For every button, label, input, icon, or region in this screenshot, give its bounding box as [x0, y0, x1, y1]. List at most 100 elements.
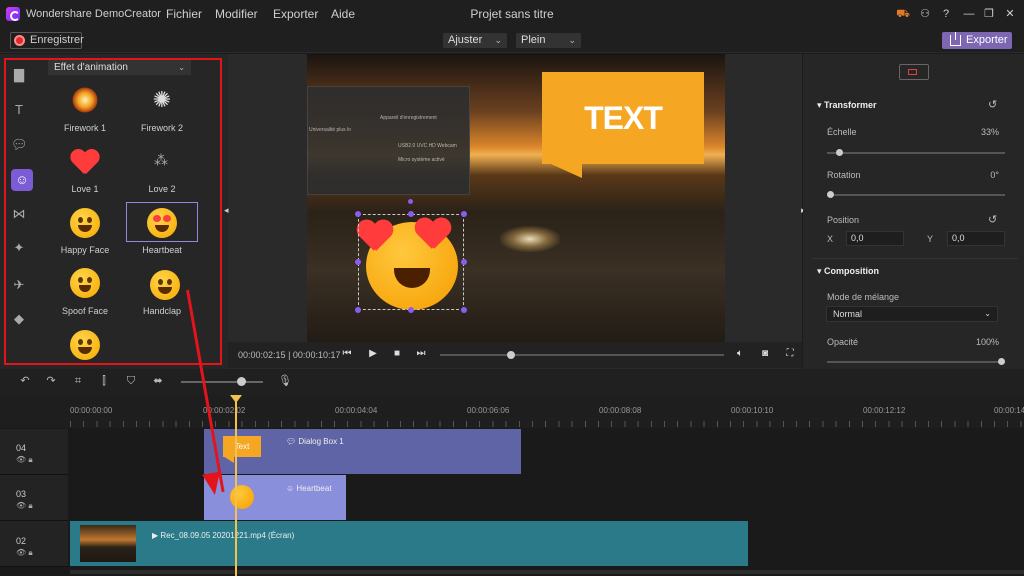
crop-icon[interactable]: ⌗: [72, 375, 84, 387]
ruler-tick: 00:00:12:12: [863, 406, 906, 415]
next-frame-icon[interactable]: ⏭: [415, 348, 427, 360]
scrub-bar[interactable]: [440, 354, 724, 356]
opacity-knob[interactable]: [998, 358, 1005, 365]
rotation-value: 0°: [990, 170, 999, 180]
clip-dialog-text: Dialog Box 1: [298, 437, 344, 446]
clip-heartbeat[interactable]: [204, 475, 346, 520]
chevron-down-icon: ⌄: [494, 35, 502, 45]
water-reflection: [500, 226, 560, 252]
transform-title: Transformer: [824, 100, 877, 110]
scale-slider[interactable]: [827, 152, 1005, 154]
zoom-slider[interactable]: [181, 381, 263, 383]
clip-heartbeat-text: Heartbeat: [296, 484, 332, 493]
top-toolbar: [0, 28, 1024, 53]
divider: [812, 258, 1018, 259]
clip-video-text: Rec_08.09.05 20201221.mp4 (Écran): [160, 531, 295, 540]
minimize-icon[interactable]: —: [962, 7, 976, 21]
scale-value: 33%: [980, 127, 999, 137]
bubble-text: TEXT: [584, 100, 663, 136]
resize-handle[interactable]: [355, 259, 361, 265]
highlight-box: [4, 58, 222, 365]
scrub-knob[interactable]: [507, 351, 515, 359]
record-dot-icon: [14, 35, 25, 46]
track-visibility-lock-icons[interactable]: 👁︎ 🔒︎: [16, 548, 33, 558]
volume-icon[interactable]: 🔈︎: [734, 348, 746, 360]
overlay-mic: Micro système activé: [398, 157, 445, 163]
split-icon[interactable]: ⫿: [98, 375, 110, 387]
play-icon[interactable]: ▶: [367, 348, 379, 360]
fit-timeline-icon[interactable]: ⬌: [152, 375, 164, 387]
project-title: Projet sans titre: [470, 7, 554, 21]
close-icon[interactable]: ✕: [1003, 7, 1017, 21]
transform-section[interactable]: ▾ Transformer: [817, 100, 877, 111]
cart-icon[interactable]: ⛟: [896, 7, 910, 21]
clip-label-heartbeat: ☺ Heartbeat: [286, 484, 332, 493]
reset-icon[interactable]: ↺: [988, 98, 997, 111]
rotate-handle[interactable]: [408, 199, 413, 204]
resize-handle[interactable]: [355, 211, 361, 217]
snapshot-icon[interactable]: ◙: [759, 348, 771, 360]
fit-select-label: Ajuster: [448, 34, 483, 46]
fit-select[interactable]: Ajuster ⌄: [443, 33, 507, 48]
selection-box[interactable]: [358, 214, 464, 310]
stop-icon[interactable]: ■: [391, 348, 403, 360]
resize-handle[interactable]: [461, 259, 467, 265]
overlay-left-text: Universalité plus lo: [309, 127, 351, 133]
heartbeat-clip-thumb: [230, 485, 254, 509]
timecode: 00:00:02:15 | 00:00:10:17: [238, 350, 340, 360]
opacity-slider[interactable]: [827, 361, 1005, 363]
y-input[interactable]: 0,0: [947, 231, 1005, 246]
marker-icon[interactable]: ⛉: [125, 375, 137, 387]
fullscreen-icon[interactable]: ⛶: [784, 348, 796, 360]
resize-handle[interactable]: [408, 307, 414, 313]
track-header-03: [0, 475, 68, 521]
clip-label-dialog: 💬︎ Dialog Box 1: [286, 437, 344, 446]
dialog-bubble-tail: [542, 160, 582, 178]
ruler-tick: 00:00:08:08: [599, 406, 642, 415]
dialog-thumb: Text: [223, 436, 261, 457]
collapse-left-icon[interactable]: ◂: [224, 205, 230, 215]
prev-frame-icon[interactable]: ⏮: [341, 348, 353, 360]
ruler-tick: 00:00:06:06: [467, 406, 510, 415]
microphone-icon[interactable]: 🎙︎: [278, 375, 292, 387]
blend-label: Mode de mélange: [827, 292, 900, 302]
x-input[interactable]: 0,0: [846, 231, 904, 246]
position-label: Position: [827, 215, 860, 225]
chevron-down-icon: ⌄: [568, 35, 576, 45]
resize-handle[interactable]: [461, 211, 467, 217]
total-time: 00:00:10:17: [292, 350, 341, 360]
composition-title: Composition: [824, 266, 880, 276]
x-label: X: [827, 234, 834, 244]
overlay-title: Appareil d'enregistrement: [380, 115, 437, 121]
restore-icon[interactable]: ❐: [982, 7, 996, 21]
dialog-clip-icon: 💬︎: [286, 437, 297, 446]
rotation-slider[interactable]: [827, 194, 1005, 196]
track-visibility-lock-icons[interactable]: 👁︎ 🔒︎: [16, 501, 33, 511]
clip-video[interactable]: [70, 521, 748, 566]
help-icon[interactable]: ?: [939, 7, 953, 21]
resize-handle[interactable]: [461, 307, 467, 313]
track-number: 04: [16, 443, 27, 453]
account-icon[interactable]: ⚇: [918, 7, 932, 21]
video-clip-icon: ▶: [152, 531, 159, 540]
track-visibility-lock-icons[interactable]: 👁︎ 🔒︎: [16, 455, 33, 465]
undo-icon[interactable]: ↶: [19, 375, 31, 387]
full-select-label: Plein: [521, 34, 546, 46]
drag-arrow-head: [202, 471, 224, 497]
dialog-thumb-tail: [223, 456, 234, 463]
playhead[interactable]: [235, 397, 237, 576]
reset-icon[interactable]: ↺: [988, 213, 997, 226]
blend-select[interactable]: Normal ⌄: [826, 306, 998, 322]
resize-handle[interactable]: [355, 307, 361, 313]
redo-icon[interactable]: ↷: [45, 375, 57, 387]
timeline-scrollbar[interactable]: [70, 570, 1024, 574]
rotation-knob[interactable]: [827, 191, 834, 198]
zoom-knob[interactable]: [237, 377, 246, 386]
full-select[interactable]: Plein ⌄: [516, 33, 581, 48]
composition-section[interactable]: ▾ Composition: [817, 266, 879, 277]
resize-handle[interactable]: [408, 211, 414, 217]
track-number: 03: [16, 489, 27, 499]
video-clip-thumb: [80, 525, 136, 562]
clip-label-video: ▶ Rec_08.09.05 20201221.mp4 (Écran): [152, 531, 294, 540]
scale-knob[interactable]: [836, 149, 843, 156]
